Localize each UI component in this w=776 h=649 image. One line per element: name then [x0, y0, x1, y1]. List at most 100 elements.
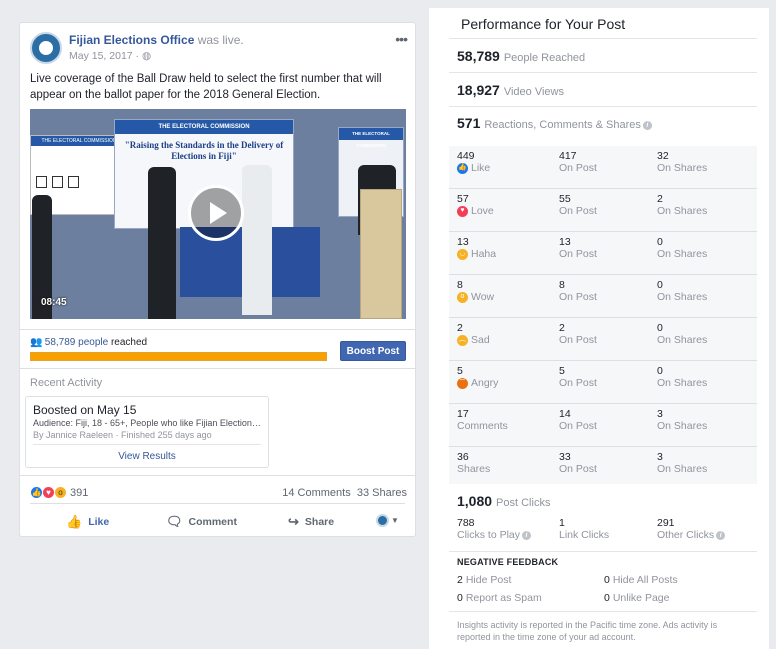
breakdown-on-post: 8 On Post — [559, 279, 597, 303]
info-icon[interactable]: i — [716, 531, 726, 540]
breakdown-on-post-label: On Post — [559, 291, 597, 303]
play-button[interactable] — [188, 185, 244, 241]
reactions-breakdown: 449 👍 Like 417 On Post 32 On Shares 57 ♥ Love 55 On… — [449, 146, 757, 484]
breakdown-on-post-value: 55 — [559, 193, 571, 205]
divider — [449, 551, 757, 552]
breakdown-on-post-value: 33 — [559, 451, 571, 463]
breakdown-total-value: 5 — [457, 365, 463, 377]
click-value: 1 — [559, 517, 565, 529]
post-as-selector[interactable]: ▼ — [376, 514, 399, 527]
neg-label: Hide All Posts — [612, 574, 678, 586]
breakdown-on-post: 5 On Post — [559, 365, 597, 389]
post-date[interactable]: May 15, 2017 · ◍ — [69, 50, 151, 62]
divider — [20, 475, 415, 476]
other-clicks: 291 Other Clicks i — [657, 517, 726, 541]
breakdown-total-value: 2 — [457, 322, 463, 334]
divider — [33, 444, 261, 445]
video-duration: 08:45 — [41, 297, 67, 308]
wow-reaction-icon[interactable]: o — [54, 486, 67, 499]
breakdown-row: 2 ︵ Sad 2 On Post 0 On Shares — [449, 318, 757, 361]
video-player[interactable]: THE ELECTORAL COMMISSION THE ELECTORAL C… — [30, 109, 406, 319]
breakdown-row: 57 ♥ Love 55 On Post 2 On Shares — [449, 189, 757, 232]
divider — [449, 38, 757, 39]
breakdown-on-shares-value: 2 — [657, 193, 663, 205]
wow-emoji-icon: o — [457, 291, 468, 303]
reach-summary: 👥 58,789 people reached — [30, 337, 147, 348]
comments-count-link[interactable]: 14 Comments — [282, 487, 350, 499]
neg-value: 2 — [457, 574, 463, 586]
breakdown-on-post-value: 13 — [559, 236, 571, 248]
share-icon: ↪ — [288, 514, 299, 529]
boost-post-button[interactable]: Boost Post — [340, 341, 406, 361]
people-reached-value: 58,789 — [457, 48, 500, 64]
breakdown-row: 5 ︶ Angry 5 On Post 0 On Shares — [449, 361, 757, 404]
board-box — [68, 176, 79, 188]
breakdown-total-label: Shares — [457, 463, 490, 475]
breakdown-on-shares-value: 0 — [657, 236, 663, 248]
reach-count-link[interactable]: 58,789 people — [45, 337, 108, 348]
link-clicks: 1 Link Clicks — [559, 517, 609, 541]
unlike-page-stat: 0 Unlike Page — [604, 592, 669, 604]
breakdown-on-shares-value: 0 — [657, 365, 663, 377]
breakdown-on-shares: 2 On Shares — [657, 193, 707, 217]
banner-text: "Raising the Standards in the Delivery o… — [124, 140, 284, 161]
share-label: Share — [304, 516, 335, 528]
page-avatar[interactable] — [30, 32, 62, 64]
hide-all-posts-stat: 0 Hide All Posts — [604, 574, 678, 586]
more-options-icon[interactable]: ••• — [395, 31, 408, 47]
reach-progress-bar — [30, 352, 327, 361]
comment-icon: 🗨 — [166, 514, 183, 529]
shares-count-link[interactable]: 33 Shares — [357, 487, 407, 499]
breakdown-name: Angry — [471, 377, 499, 389]
share-button[interactable]: ↪ Share — [288, 514, 334, 530]
breakdown-on-shares: 0 On Shares — [657, 365, 707, 389]
breakdown-total-value: 8 — [457, 279, 463, 291]
page-name-link[interactable]: Fijian Elections Office — [69, 33, 194, 47]
divider — [449, 106, 757, 107]
breakdown-total: 13 ◡ Haha — [457, 236, 496, 260]
breakdown-on-shares-label: On Shares — [657, 291, 708, 303]
click-label: Other Clicks — [657, 529, 715, 541]
recent-activity-label: Recent Activity — [30, 377, 103, 389]
comment-button[interactable]: 🗨 Comment — [166, 514, 237, 530]
video-views-stat: 18,927 Video Views — [457, 82, 564, 98]
divider — [30, 503, 405, 504]
breakdown-total: 57 ♥ Love — [457, 193, 494, 217]
breakdown-on-post-label: On Post — [559, 248, 597, 260]
breakdown-on-shares-value: 0 — [657, 279, 663, 291]
breakdown-total: 2 ︵ Sad — [457, 322, 490, 346]
chevron-down-icon: ▼ — [391, 516, 399, 525]
breakdown-row: 13 ◡ Haha 13 On Post 0 On Shares — [449, 232, 757, 275]
board-box — [36, 176, 47, 188]
board-box — [52, 176, 63, 188]
breakdown-total: 449 👍 Like — [457, 150, 490, 174]
breakdown-on-post-value: 2 — [559, 322, 565, 334]
breakdown-on-post-label: On Post — [559, 420, 597, 432]
page-name-line: Fijian Elections Office was live. — [69, 33, 244, 47]
neg-value: 0 — [457, 592, 463, 604]
breakdown-on-post: 417 On Post — [559, 150, 597, 174]
breakdown-row: 449 👍 Like 417 On Post 32 On Shares — [449, 146, 757, 189]
click-label: Clicks to Play — [457, 529, 521, 541]
info-icon[interactable]: i — [522, 531, 532, 540]
view-results-link[interactable]: View Results — [26, 451, 268, 462]
breakdown-total-value: 57 — [457, 193, 469, 205]
negative-feedback-title: NEGATIVE FEEDBACK — [457, 557, 559, 567]
breakdown-on-post: 14 On Post — [559, 408, 597, 432]
like-button[interactable]: 👍 Like — [66, 514, 109, 530]
breakdown-name: Love — [471, 205, 494, 217]
breakdown-total-value: 17 — [457, 408, 469, 420]
info-icon[interactable]: i — [642, 121, 652, 130]
reactions-count[interactable]: 391 — [70, 487, 88, 499]
right-banner-header: THE ELECTORAL COMMISSION — [339, 128, 403, 148]
boost-by: By Jannice Raeleen · Finished 255 days a… — [33, 430, 212, 440]
post-clicks-value: 1,080 — [457, 493, 493, 509]
timezone-footnote: Insights activity is reported in the Pac… — [457, 620, 718, 642]
post-header: Fijian Elections Office was live. May 15… — [20, 23, 415, 67]
breakdown-on-shares: 32 On Shares — [657, 150, 707, 174]
breakdown-on-shares-label: On Shares — [657, 205, 708, 217]
breakdown-total-label: ♥ Love — [457, 205, 494, 217]
divider — [20, 329, 415, 330]
breakdown-on-post-label: On Post — [559, 162, 597, 174]
reactions-stat: 571 Reactions, Comments & Shares i — [457, 115, 652, 131]
